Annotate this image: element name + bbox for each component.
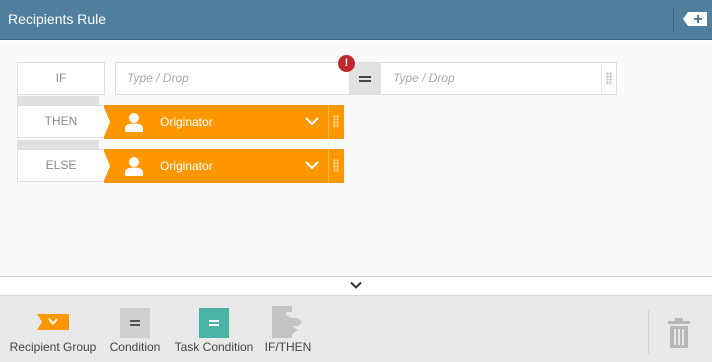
grip-icon (333, 159, 339, 172)
palette-if-then[interactable]: IF/THEN (260, 296, 316, 362)
then-recipient-label: Originator (160, 115, 213, 129)
condition-left-input[interactable]: Type / Drop (116, 63, 348, 94)
panel-title: Recipients Rule (8, 11, 107, 27)
if-condition: Type / Drop Type / Drop (115, 62, 617, 95)
if-drag-handle[interactable] (601, 63, 616, 94)
then-label: THEN (17, 105, 105, 138)
if-then-icon (272, 306, 302, 338)
grip-icon (333, 115, 339, 128)
user-icon (125, 157, 143, 176)
else-drag-handle[interactable] (328, 149, 344, 183)
else-label: ELSE (17, 149, 105, 182)
row-connector (17, 96, 99, 105)
palette-label: Condition (109, 340, 161, 354)
recipient-group-icon (37, 314, 69, 330)
collapse-palette-toggle[interactable] (0, 276, 712, 296)
else-recipient-block[interactable]: Originator (103, 149, 344, 183)
user-icon (125, 113, 143, 132)
then-drag-handle[interactable] (328, 105, 344, 139)
palette-label: Task Condition (174, 340, 254, 354)
then-recipient-block[interactable]: Originator (103, 105, 344, 139)
condition-right-input[interactable]: Type / Drop (382, 63, 600, 94)
error-icon: ! (338, 55, 355, 72)
block-notch (103, 105, 110, 139)
palette-label: Recipient Group (9, 340, 97, 354)
block-notch (103, 149, 110, 183)
task-condition-icon (199, 308, 229, 338)
palette-recipient-group[interactable]: Recipient Group (4, 296, 102, 362)
trash-icon[interactable] (668, 318, 690, 348)
chevron-down-icon[interactable] (305, 117, 319, 126)
chevron-down-icon (350, 281, 362, 289)
chevron-down-icon[interactable] (305, 161, 319, 170)
title-divider (673, 8, 674, 32)
title-bar: Recipients Rule (0, 0, 712, 40)
palette-condition[interactable]: Condition (104, 296, 166, 362)
condition-icon (120, 308, 150, 338)
palette-task-condition[interactable]: Task Condition (170, 296, 258, 362)
if-label: IF (17, 62, 105, 95)
row-connector (17, 140, 99, 149)
palette-divider (648, 310, 649, 354)
grip-icon (606, 72, 612, 85)
add-rule-button[interactable] (683, 12, 707, 26)
palette-label: IF/THEN (264, 340, 312, 354)
else-recipient-label: Originator (160, 159, 213, 173)
